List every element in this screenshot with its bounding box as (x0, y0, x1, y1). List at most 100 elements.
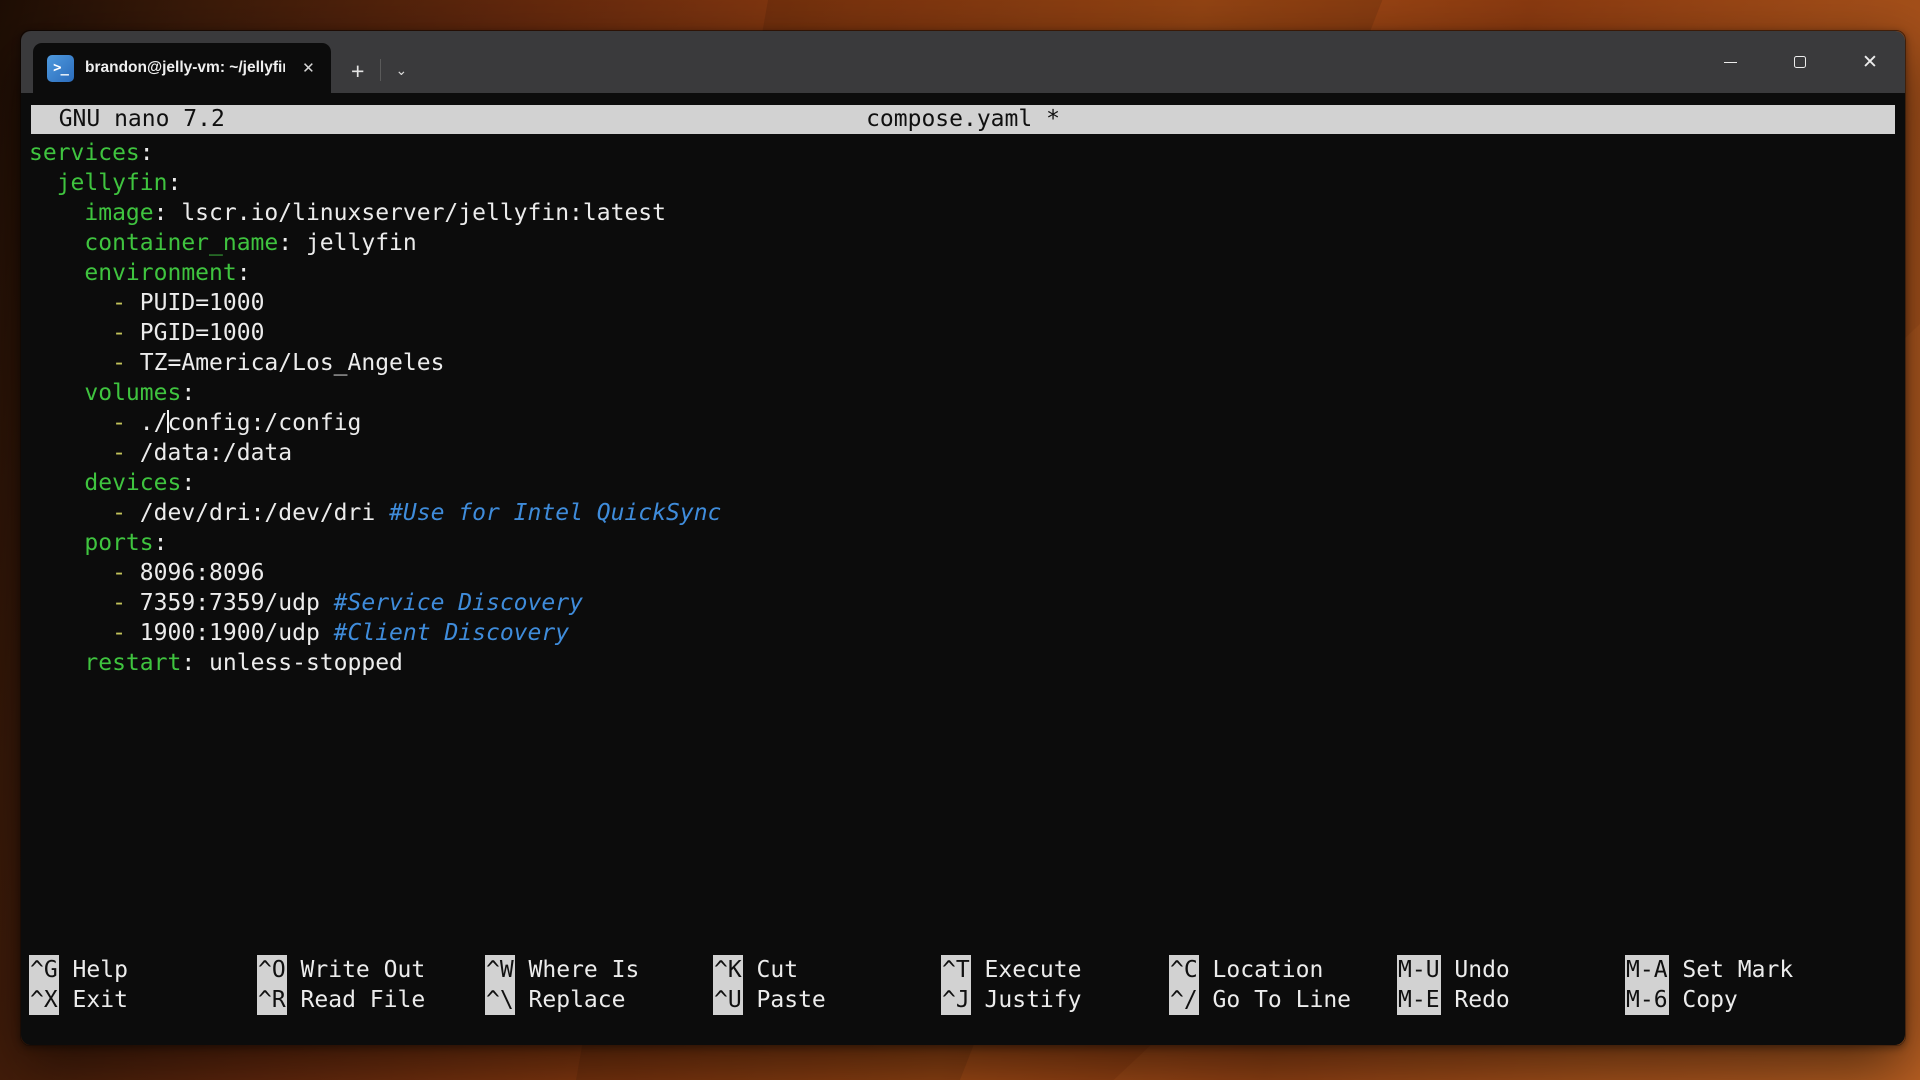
shortcut-label: Location (1213, 957, 1324, 983)
token-text: : (181, 470, 195, 496)
editor-line: environment: (29, 258, 1897, 288)
nano-filename: compose.yaml * (866, 105, 1060, 134)
token-dash: - (112, 320, 126, 346)
token-text: 7359:7359/udp (126, 590, 334, 616)
shortcut-key-badge: ^G (29, 955, 59, 985)
close-icon: ✕ (1862, 53, 1878, 72)
shortcut-item: ^OWrite Out (257, 955, 485, 985)
shortcut-key-badge: ^/ (1169, 985, 1199, 1015)
token-text (29, 620, 112, 646)
shortcut-item: ^TExecute (941, 955, 1169, 985)
token-dash: - (112, 560, 126, 586)
token-dash: - (112, 440, 126, 466)
terminal-screen[interactable]: GNU nano 7.2 compose.yaml * services: je… (21, 93, 1905, 1045)
editor-line: services: (29, 138, 1897, 168)
token-text (29, 500, 112, 526)
editor-line: ports: (29, 528, 1897, 558)
editor-lines: services: jellyfin: image: lscr.io/linux… (29, 138, 1897, 678)
editor-line: - TZ=America/Los_Angeles (29, 348, 1897, 378)
token-text (29, 440, 112, 466)
shortcut-key-badge: ^X (29, 985, 59, 1015)
shortcut-item: ^UPaste (713, 985, 941, 1015)
token-key: jellyfin (57, 170, 168, 196)
new-tab-button[interactable]: + (351, 60, 364, 83)
shortcut-item: ^/Go To Line (1169, 985, 1397, 1015)
shortcut-item: M-6Copy (1625, 985, 1853, 1015)
shortcut-group: ^OWrite Out^R Read File (257, 955, 485, 1015)
minimize-button[interactable] (1695, 31, 1765, 93)
token-comment: #Client Discovery (334, 620, 569, 646)
editor-line: - ./config:/config (29, 408, 1897, 438)
shortcut-key-badge: ^R (257, 985, 287, 1015)
token-comment: #Use for Intel QuickSync (389, 500, 721, 526)
token-dash: - (112, 620, 126, 646)
maximize-button[interactable] (1765, 31, 1835, 93)
token-key: restart (84, 650, 181, 676)
shortcut-label: Cut (757, 957, 799, 983)
nano-title-bar: GNU nano 7.2 compose.yaml * (31, 105, 1895, 134)
shortcut-key-badge: M-6 (1625, 985, 1669, 1015)
shortcut-label: Exit (73, 987, 128, 1013)
shortcut-group: ^TExecute^JJustify (941, 955, 1169, 1015)
editor-line: - /data:/data (29, 438, 1897, 468)
editor-empty-area (29, 678, 1897, 955)
token-key: image (84, 200, 153, 226)
shortcut-item: ^KCut (713, 955, 941, 985)
shortcut-group: ^KCut^UPaste (713, 955, 941, 1015)
shortcut-key-badge: ^\ (485, 985, 515, 1015)
token-text (29, 170, 57, 196)
token-text: : unless-stopped (181, 650, 403, 676)
editor-line: devices: (29, 468, 1897, 498)
shortcut-group: M-UUndoM-ERedo (1397, 955, 1625, 1015)
shortcut-item: ^WWhere Is (485, 955, 713, 985)
maximize-icon (1794, 56, 1806, 68)
window-titlebar: >_ brandon@jelly-vm: ~/jellyfin ✕ + ⌄ ✕ (21, 31, 1905, 93)
shortcut-bar: ^G Help ^X Exit ^OWrite Out^R Read File ^WWher… (29, 955, 1897, 1015)
token-text: ./ (126, 410, 168, 436)
shortcut-label: Justify (985, 987, 1082, 1013)
editor-line: - /dev/dri:/dev/dri #Use for Intel Quick… (29, 498, 1897, 528)
shortcut-item: ^\ Replace (485, 985, 713, 1015)
token-key: environment (84, 260, 236, 286)
shortcut-key-badge: ^T (941, 955, 971, 985)
shortcut-group: M-A Set MarkM-6Copy (1625, 955, 1853, 1015)
token-text: : (167, 170, 181, 196)
shortcut-label: Undo (1454, 957, 1509, 983)
editor-line: container_name: jellyfin (29, 228, 1897, 258)
shortcut-label: Set Mark (1682, 957, 1793, 983)
token-text: /dev/dri:/dev/dri (126, 500, 389, 526)
powershell-icon: >_ (47, 55, 74, 82)
text-cursor (167, 410, 169, 433)
token-text (29, 380, 84, 406)
tab-close-icon[interactable]: ✕ (296, 55, 321, 81)
shortcut-key-badge: M-E (1397, 985, 1441, 1015)
token-text (29, 530, 84, 556)
shortcut-key-badge: ^U (713, 985, 743, 1015)
shortcut-label: Help (73, 957, 128, 983)
editor-line: - PUID=1000 (29, 288, 1897, 318)
terminal-window: >_ brandon@jelly-vm: ~/jellyfin ✕ + ⌄ ✕ … (20, 30, 1906, 1046)
editor-line: image: lscr.io/linuxserver/jellyfin:late… (29, 198, 1897, 228)
terminal-tab[interactable]: >_ brandon@jelly-vm: ~/jellyfin ✕ (33, 43, 331, 93)
tab-dropdown-chevron-icon[interactable]: ⌄ (395, 62, 407, 79)
shortcut-item: M-UUndo (1397, 955, 1625, 985)
shortcut-label: Replace (529, 987, 626, 1013)
token-dash: - (112, 350, 126, 376)
token-text: : (154, 530, 168, 556)
token-text: : jellyfin (278, 230, 416, 256)
token-key: devices (84, 470, 181, 496)
token-text: : (181, 380, 195, 406)
token-text: PGID=1000 (126, 320, 264, 346)
shortcut-key-badge: M-A (1625, 955, 1669, 985)
token-text: 8096:8096 (126, 560, 264, 586)
token-text: : lscr.io/linuxserver/jellyfin:latest (154, 200, 666, 226)
shortcut-group: ^G Help ^X Exit (29, 955, 257, 1015)
editor-line: jellyfin: (29, 168, 1897, 198)
shortcut-label: Read File (301, 987, 426, 1013)
token-text: : (237, 260, 251, 286)
token-dash: - (112, 500, 126, 526)
token-text: /data:/data (126, 440, 292, 466)
editor-line: restart: unless-stopped (29, 648, 1897, 678)
close-button[interactable]: ✕ (1835, 31, 1905, 93)
shortcut-key-badge: ^W (485, 955, 515, 985)
